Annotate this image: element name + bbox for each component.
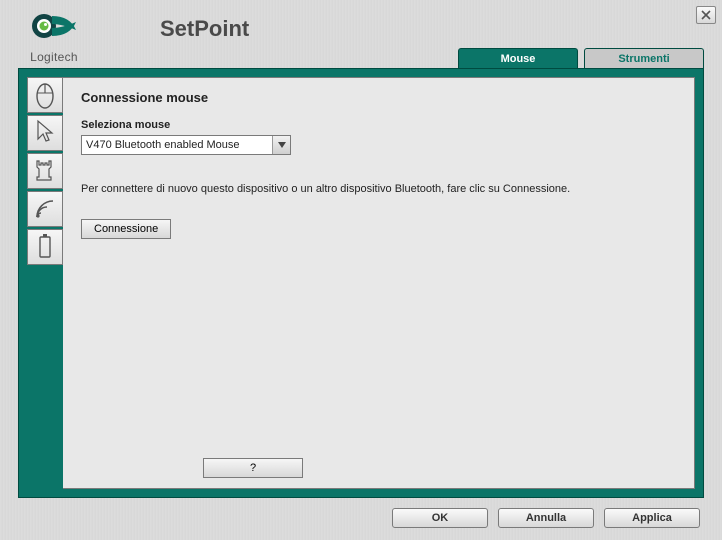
cursor-icon xyxy=(34,119,56,147)
mouse-icon xyxy=(34,81,56,109)
help-button[interactable]: ? xyxy=(203,458,303,478)
device-select[interactable]: V470 Bluetooth enabled Mouse xyxy=(81,135,291,155)
panel-title: Connessione mouse xyxy=(81,90,676,105)
logitech-logo-icon xyxy=(30,10,78,48)
dialog-buttons: OK Annulla Applica xyxy=(392,508,700,528)
instruction-text: Per connettere di nuovo questo dispositi… xyxy=(81,183,676,195)
app-window: Logitech SetPoint Mouse Strumenti xyxy=(0,0,722,540)
wireless-icon xyxy=(33,197,57,221)
close-button[interactable] xyxy=(696,6,716,24)
brand-text: Logitech xyxy=(30,50,78,64)
content-panel: Connessione mouse Seleziona mouse V470 B… xyxy=(63,77,695,489)
close-icon xyxy=(701,10,711,20)
side-tabs xyxy=(27,77,63,489)
tab-tools[interactable]: Strumenti xyxy=(584,48,704,68)
side-tab-game[interactable] xyxy=(27,153,63,189)
chevron-down-icon xyxy=(272,136,290,154)
side-tab-mouse[interactable] xyxy=(27,77,63,113)
select-mouse-label: Seleziona mouse xyxy=(81,119,676,131)
connect-button[interactable]: Connessione xyxy=(81,219,171,239)
battery-icon xyxy=(37,233,53,261)
logo: Logitech xyxy=(30,10,78,64)
apply-button[interactable]: Applica xyxy=(604,508,700,528)
ok-button[interactable]: OK xyxy=(392,508,488,528)
app-title: SetPoint xyxy=(160,16,249,42)
device-select-value: V470 Bluetooth enabled Mouse xyxy=(81,135,291,155)
side-tab-wireless[interactable] xyxy=(27,191,63,227)
top-tabs: Mouse Strumenti xyxy=(458,48,704,68)
header: Logitech SetPoint Mouse Strumenti xyxy=(0,0,722,68)
side-tab-cursor[interactable] xyxy=(27,115,63,151)
main-panel: Connessione mouse Seleziona mouse V470 B… xyxy=(18,68,704,498)
chess-icon xyxy=(34,157,56,185)
tab-mouse[interactable]: Mouse xyxy=(458,48,578,68)
cancel-button[interactable]: Annulla xyxy=(498,508,594,528)
side-tab-battery[interactable] xyxy=(27,229,63,265)
